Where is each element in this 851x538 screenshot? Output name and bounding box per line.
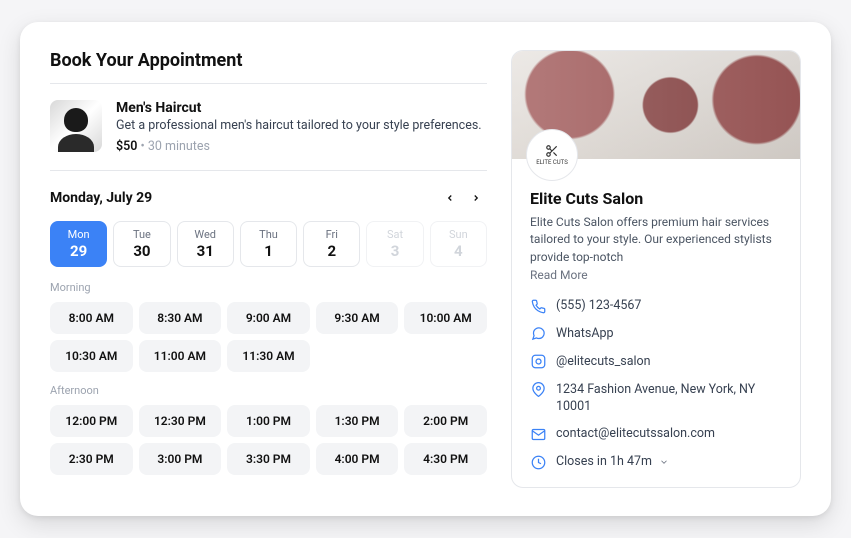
service-description: Get a professional men's haircut tailore… (116, 118, 482, 133)
service-avatar (50, 100, 102, 152)
email-text: contact@elitecutssalon.com (556, 426, 782, 443)
time-slot[interactable]: 9:30 AM (316, 302, 399, 334)
service-info: Men's Haircut Get a professional men's h… (116, 100, 482, 154)
chevron-down-icon (659, 457, 669, 467)
contact-instagram[interactable]: @elitecuts_salon (530, 354, 782, 371)
prev-week-button[interactable] (439, 187, 461, 209)
time-slot[interactable]: 10:00 AM (404, 302, 487, 334)
booking-left-pane: Book Your Appointment Men's Haircut Get … (50, 50, 487, 488)
day-number: 3 (367, 242, 422, 260)
time-slot[interactable]: 4:30 PM (404, 443, 487, 475)
day-of-week: Fri (304, 228, 359, 241)
day-number: 31 (178, 242, 233, 260)
salon-panel: ELITE CUTS Elite Cuts Salon Elite Cuts S… (511, 50, 801, 488)
day-option[interactable]: Wed31 (177, 221, 234, 267)
time-slot[interactable]: 3:00 PM (139, 443, 222, 475)
day-number: 1 (241, 242, 296, 260)
page-title: Book Your Appointment (50, 50, 487, 84)
time-slot[interactable]: 1:00 PM (227, 405, 310, 437)
day-option[interactable]: Tue30 (113, 221, 170, 267)
hours-text: Closes in 1h 47m (556, 454, 782, 471)
read-more-link[interactable]: Read More (530, 268, 782, 282)
contact-whatsapp[interactable]: WhatsApp (530, 326, 782, 343)
day-of-week: Sun (431, 228, 486, 241)
phone-icon (530, 298, 546, 314)
morning-label: Morning (50, 281, 487, 294)
whatsapp-icon (530, 326, 546, 342)
afternoon-slots: 12:00 PM12:30 PM1:00 PM1:30 PM2:00 PM 2:3… (50, 405, 487, 475)
map-pin-icon (530, 382, 546, 398)
day-of-week: Thu (241, 228, 296, 241)
salon-panel-body: Elite Cuts Salon Elite Cuts Salon offers… (512, 159, 800, 487)
whatsapp-text: WhatsApp (556, 326, 782, 343)
service-duration: 30 minutes (148, 139, 210, 154)
day-of-week: Tue (114, 228, 169, 241)
service-name: Men's Haircut (116, 100, 482, 116)
contact-phone[interactable]: (555) 123-4567 (530, 298, 782, 315)
time-slot[interactable]: 4:00 PM (316, 443, 399, 475)
time-slot[interactable]: 2:00 PM (404, 405, 487, 437)
day-picker: Mon29Tue30Wed31Thu1Fri2Sat3Sun4 (50, 221, 487, 267)
day-of-week: Wed (178, 228, 233, 241)
day-number: 30 (114, 242, 169, 260)
contact-address[interactable]: 1234 Fashion Avenue, New York, NY 10001 (530, 382, 782, 416)
date-nav (439, 187, 487, 209)
day-option[interactable]: Fri2 (303, 221, 360, 267)
next-week-button[interactable] (465, 187, 487, 209)
day-option: Sun4 (430, 221, 487, 267)
selected-date-label: Monday, July 29 (50, 190, 152, 206)
day-option[interactable]: Thu1 (240, 221, 297, 267)
time-slot[interactable]: 3:30 PM (227, 443, 310, 475)
day-option[interactable]: Mon29 (50, 221, 107, 267)
service-meta: $50 • 30 minutes (116, 139, 482, 154)
service-price: $50 (116, 139, 137, 154)
chevron-right-icon (471, 193, 481, 203)
phone-text: (555) 123-4567 (556, 298, 782, 315)
time-slot[interactable]: 8:30 AM (139, 302, 222, 334)
time-slot[interactable]: 1:30 PM (316, 405, 399, 437)
contact-list: (555) 123-4567 WhatsApp @elitecuts_salon (530, 298, 782, 471)
mail-icon (530, 426, 546, 442)
chevron-left-icon (445, 193, 455, 203)
day-option: Sat3 (366, 221, 423, 267)
afternoon-label: Afternoon (50, 384, 487, 397)
salon-cover-image: ELITE CUTS (512, 51, 800, 159)
salon-description: Elite Cuts Salon offers premium hair ser… (530, 214, 782, 266)
clock-icon (530, 454, 546, 470)
time-slot[interactable]: 12:30 PM (139, 405, 222, 437)
instagram-text: @elitecuts_salon (556, 354, 782, 371)
date-header: Monday, July 29 (50, 171, 487, 221)
booking-card: Book Your Appointment Men's Haircut Get … (20, 22, 831, 516)
day-number: 29 (51, 242, 106, 260)
salon-logo: ELITE CUTS (526, 129, 578, 181)
time-slot[interactable]: 12:00 PM (50, 405, 133, 437)
day-number: 2 (304, 242, 359, 260)
time-slot[interactable]: 2:30 PM (50, 443, 133, 475)
day-number: 4 (431, 242, 486, 260)
contact-email[interactable]: contact@elitecutssalon.com (530, 426, 782, 443)
salon-name: Elite Cuts Salon (530, 189, 782, 208)
time-slot[interactable]: 9:00 AM (227, 302, 310, 334)
time-slot[interactable]: 8:00 AM (50, 302, 133, 334)
time-slot[interactable]: 11:30 AM (227, 340, 310, 372)
address-text: 1234 Fashion Avenue, New York, NY 10001 (556, 382, 782, 416)
day-of-week: Mon (51, 228, 106, 241)
time-slot[interactable]: 11:00 AM (139, 340, 222, 372)
instagram-icon (530, 354, 546, 370)
morning-slots: 8:00 AM8:30 AM9:00 AM9:30 AM10:00 AM 10:3… (50, 302, 487, 372)
day-of-week: Sat (367, 228, 422, 241)
contact-hours[interactable]: Closes in 1h 47m (530, 454, 782, 471)
time-slot[interactable]: 10:30 AM (50, 340, 133, 372)
service-summary: Men's Haircut Get a professional men's h… (50, 84, 487, 171)
scissors-icon (545, 144, 559, 158)
